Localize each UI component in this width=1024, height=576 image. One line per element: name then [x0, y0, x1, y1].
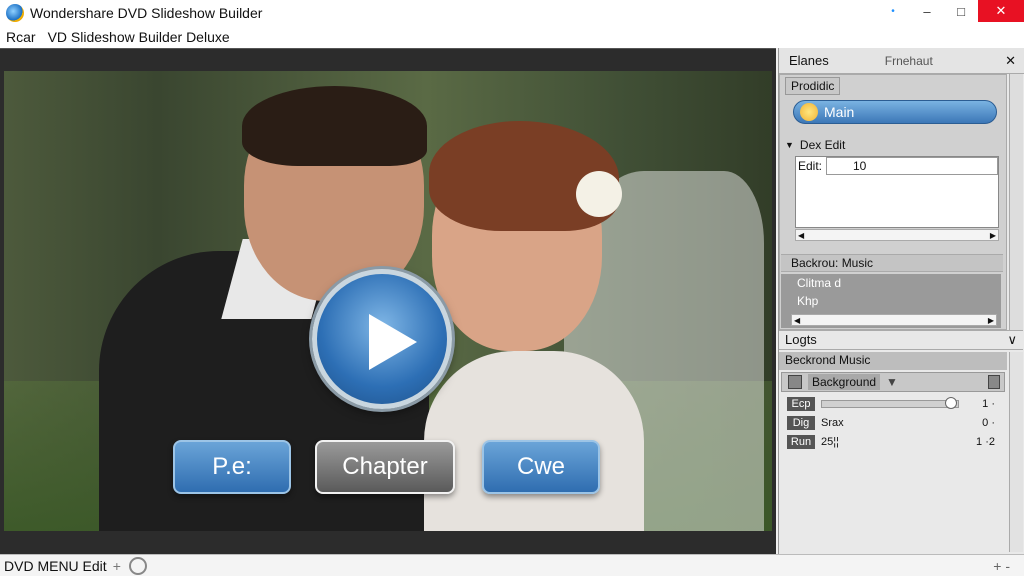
edit-label: Edit: [798, 159, 823, 173]
properties-panel: Elanes Frnehaut ✕ Prodidic Main ▼ Dex Ed… [778, 48, 1024, 554]
play-button-icon[interactable] [312, 269, 452, 409]
dex-edit-label: Dex Edit [799, 138, 846, 152]
property-tag: Dig [787, 416, 815, 430]
panel-scrollbar[interactable] [1009, 74, 1023, 330]
property-tag: Run [787, 435, 815, 449]
scroll-left-icon[interactable]: ◀ [794, 316, 800, 325]
background-music-header[interactable]: Backrou: Music [781, 254, 1003, 272]
minimize-button[interactable]: – [910, 0, 944, 22]
scroll-right-icon[interactable]: ▶ [990, 231, 996, 240]
property-tag: Ecp [787, 397, 815, 411]
property-row: Ecp 1 · [787, 396, 1003, 412]
delete-icon[interactable] [988, 375, 1000, 389]
volume-slider[interactable] [821, 397, 959, 409]
menu-bar: Rcar VD Slideshow Builder Deluxe [0, 26, 1024, 48]
slider-knob[interactable] [945, 397, 958, 409]
menu-preview-area: P.e: Chapter Cwe [0, 48, 776, 554]
app-subtitle: VD Slideshow Builder Deluxe [47, 29, 230, 45]
status-label: DVD MENU Edit [4, 557, 107, 574]
menu-button-cwe[interactable]: Cwe [482, 440, 600, 494]
property-row: Dig Srax 0 · [787, 415, 1003, 431]
dropdown-arrow-icon[interactable]: ▼ [886, 375, 898, 389]
title-bar: Wondershare DVD Slideshow Builder • – □ … [0, 0, 1024, 26]
edit-row: Edit: 10 [796, 157, 998, 175]
flower-icon [800, 103, 818, 121]
tab-prodidic[interactable]: Prodidic [785, 77, 841, 95]
property-text[interactable]: Srax [821, 417, 959, 429]
gear-icon[interactable] [128, 556, 147, 575]
edit-box: Edit: 10 [795, 156, 999, 228]
edit-hscrollbar[interactable]: ◀ ▶ [795, 229, 999, 241]
bg-music-header: Beckrond Music [779, 352, 1007, 370]
list-hscrollbar[interactable]: ◀ ▶ [791, 314, 997, 326]
chevron-down-icon[interactable]: ∨ [1007, 331, 1017, 349]
scroll-right-icon[interactable]: ▶ [988, 316, 994, 325]
edit-input[interactable]: 10 [826, 157, 998, 175]
expand-arrow-icon: ▼ [785, 140, 794, 150]
property-value: 1 · [982, 398, 995, 410]
logts-title: Logts [785, 332, 817, 347]
menu-item[interactable]: Rcar [6, 29, 36, 45]
main-button-label: Main [824, 104, 855, 120]
window-controls: • – □ ✕ [876, 0, 1024, 22]
lower-scrollbar[interactable] [1009, 352, 1023, 552]
property-row: Run 25¦¦ 1 ·2 [787, 434, 1003, 450]
main-menu-button[interactable]: Main [793, 100, 997, 124]
panel-header: Elanes Frnehaut ✕ [779, 48, 1024, 74]
scroll-left-icon[interactable]: ◀ [798, 231, 804, 240]
background-dropdown-row[interactable]: Background ▼ [781, 372, 1005, 392]
dex-edit-header[interactable]: ▼ Dex Edit [785, 138, 845, 152]
menu-button-chapter[interactable]: Chapter [315, 440, 455, 494]
help-button[interactable]: • [876, 0, 910, 22]
list-item[interactable]: Clitma d [781, 274, 1001, 292]
app-logo-icon [6, 4, 24, 22]
list-item[interactable]: Khp [781, 292, 1001, 310]
maximize-button[interactable]: □ [944, 0, 978, 22]
panel-close-icon[interactable]: ✕ [1005, 53, 1016, 69]
window-title: Wondershare DVD Slideshow Builder [30, 5, 263, 21]
property-value: 1 ·2 [976, 436, 995, 448]
logts-section-header[interactable]: Logts ∨ [779, 330, 1023, 350]
checkbox[interactable] [788, 375, 802, 389]
panel-subtitle: Frnehaut [884, 53, 933, 68]
panel-title: Elanes [789, 53, 829, 68]
zoom-controls[interactable]: + - [993, 558, 1010, 574]
background-dropdown[interactable]: Background [808, 374, 881, 390]
property-text[interactable]: 25¦¦ [821, 436, 959, 448]
add-icon[interactable]: + [113, 558, 121, 574]
property-value: 0 · [982, 417, 995, 429]
menu-button-play[interactable]: P.e: [173, 440, 291, 494]
close-button[interactable]: ✕ [978, 0, 1024, 22]
status-bar: DVD MENU Edit + + - [0, 554, 1024, 576]
